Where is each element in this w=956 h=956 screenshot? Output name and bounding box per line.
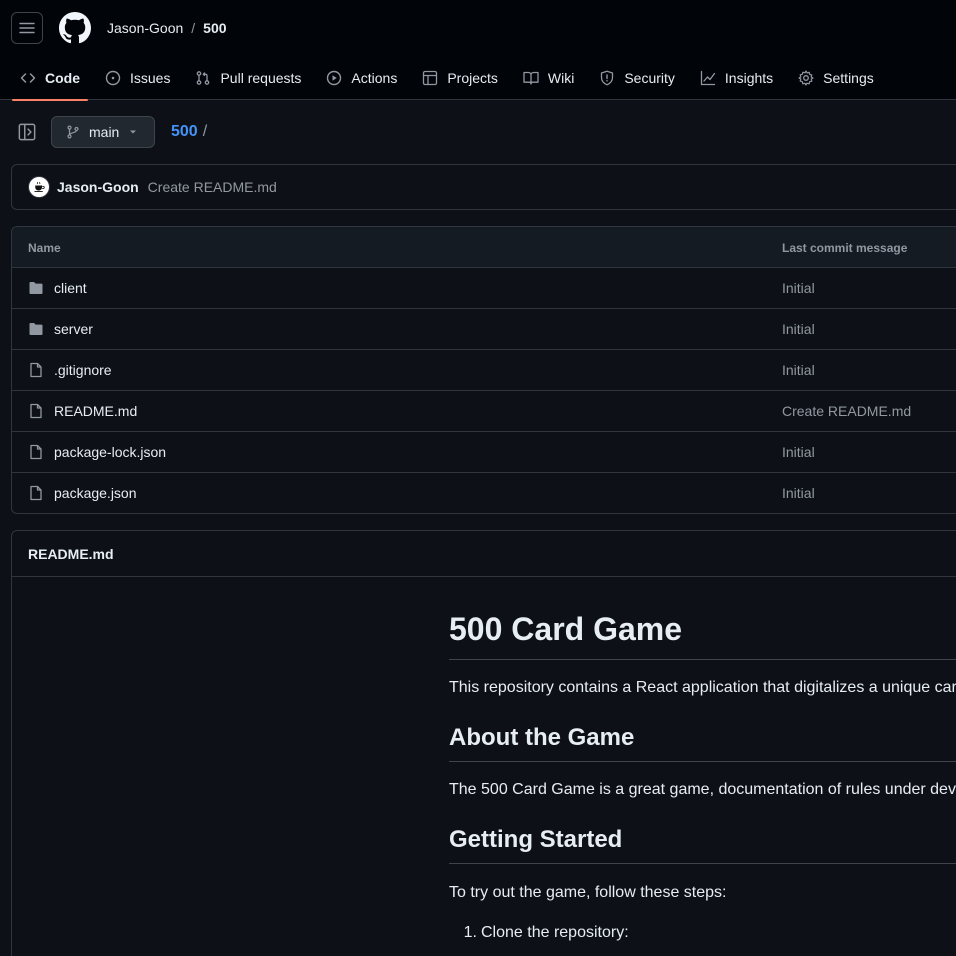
global-header: Jason-Goon / 500 Code Issues Pull reques… (0, 0, 956, 101)
tab-wiki[interactable]: Wiki (515, 56, 582, 100)
file-name-link[interactable]: README.md (54, 403, 137, 419)
tab-issues[interactable]: Issues (97, 56, 178, 100)
column-header-last-commit: Last commit message (782, 241, 908, 255)
branch-name: main (89, 124, 120, 140)
tab-insights[interactable]: Insights (692, 56, 781, 100)
list-item-text: Clone the repository: (481, 924, 629, 941)
table-row[interactable]: package.json Initial (12, 473, 956, 513)
tab-label: Code (45, 70, 80, 86)
owner-link[interactable]: Jason-Goon (107, 20, 183, 36)
tab-security[interactable]: Security (591, 56, 683, 100)
commit-message-link[interactable]: Initial (782, 321, 815, 337)
file-name-link[interactable]: package.json (54, 485, 137, 501)
code-icon (20, 73, 36, 83)
list-item: 1. Clone the repository: (449, 924, 629, 942)
sidebar-expand-icon[interactable] (18, 123, 36, 141)
readme-heading-about: About the Game (449, 723, 956, 762)
tab-settings[interactable]: Settings (790, 56, 882, 100)
tab-label: Settings (823, 70, 874, 86)
file-path-breadcrumb: 500 / (171, 123, 207, 141)
commit-message-link[interactable]: Initial (782, 485, 815, 501)
tab-label: Insights (724, 70, 774, 86)
readme-start-paragraph: To try out the game, follow these steps: (449, 884, 727, 901)
triangle-down-icon (130, 130, 137, 134)
file-name-link[interactable]: .gitignore (54, 362, 112, 378)
graph-icon (700, 70, 716, 86)
readme-intro-paragraph: This repository contains a React applica… (449, 679, 956, 696)
file-table: Name Last commit message client Initial … (11, 226, 956, 514)
avatar-teacup-icon (34, 181, 45, 192)
commit-message-link[interactable]: Initial (782, 280, 815, 296)
file-icon (30, 362, 42, 378)
commit-message-link[interactable]: Create README.md (148, 179, 277, 195)
commit-author-link[interactable]: Jason-Goon (57, 179, 139, 195)
table-row[interactable]: .gitignore Initial (12, 350, 956, 391)
branch-select-button[interactable]: main (51, 116, 155, 148)
repo-nav-tabs: Code Issues Pull requests Actions Projec… (12, 56, 891, 101)
folder-icon (29, 282, 43, 294)
file-table-header: Name Last commit message (12, 227, 956, 268)
repo-breadcrumb: Jason-Goon / 500 (107, 19, 227, 37)
table-row[interactable]: client Initial (12, 268, 956, 309)
column-header-name: Name (28, 241, 61, 255)
path-separator: / (202, 123, 208, 140)
tab-projects[interactable]: Projects (414, 56, 506, 100)
readme-heading-1: 500 Card Game (449, 609, 956, 660)
readme-about-paragraph: The 500 Card Game is a great game, docum… (449, 781, 956, 798)
commit-message-link[interactable]: Create README.md (782, 403, 911, 419)
tab-code[interactable]: Code (12, 56, 88, 101)
avatar[interactable] (28, 176, 50, 198)
commit-message-link[interactable]: Initial (782, 362, 815, 378)
file-icon (30, 403, 42, 419)
readme-heading-getting-started: Getting Started (449, 825, 956, 864)
file-icon (30, 485, 42, 501)
tab-label: Actions (351, 70, 398, 86)
commit-message-link[interactable]: Initial (782, 444, 815, 460)
file-name-link[interactable]: client (54, 280, 87, 296)
file-name-link[interactable]: server (54, 321, 93, 337)
git-branch-icon (67, 125, 79, 139)
table-row[interactable]: package-lock.json Initial (12, 432, 956, 473)
book-icon (523, 71, 539, 85)
github-logo-icon[interactable] (59, 12, 91, 44)
gear-icon (798, 70, 814, 86)
tab-label: Wiki (547, 70, 575, 86)
table-icon (423, 70, 438, 86)
tab-label: Issues (130, 70, 171, 86)
file-name-link[interactable]: package-lock.json (54, 444, 166, 460)
menu-button[interactable] (11, 12, 43, 44)
file-icon (30, 444, 42, 460)
tab-pull-requests[interactable]: Pull requests (187, 56, 309, 100)
folder-icon (29, 323, 43, 335)
readme-tab-title[interactable]: README.md (28, 546, 114, 562)
tab-actions[interactable]: Actions (318, 56, 405, 100)
repo-link[interactable]: 500 (203, 20, 226, 36)
hamburger-icon (19, 22, 35, 34)
latest-commit-bar: Jason-Goon Create README.md (11, 164, 956, 210)
tab-label: Pull requests (220, 70, 302, 86)
breadcrumb-separator: / (191, 20, 196, 36)
git-pull-request-icon (197, 71, 210, 85)
tab-label: Projects (447, 70, 498, 86)
table-row[interactable]: server Initial (12, 309, 956, 350)
shield-icon (601, 70, 614, 86)
readme-header: README.md (12, 531, 956, 577)
list-item-number: 1. (463, 924, 477, 941)
table-row[interactable]: README.md Create README.md (12, 391, 956, 432)
play-icon (327, 70, 342, 86)
tab-label: Security (624, 70, 675, 86)
readme-panel: README.md 500 Card Game This repository … (11, 530, 956, 956)
path-repo-link[interactable]: 500 (171, 123, 198, 141)
issue-opened-icon (105, 70, 121, 86)
